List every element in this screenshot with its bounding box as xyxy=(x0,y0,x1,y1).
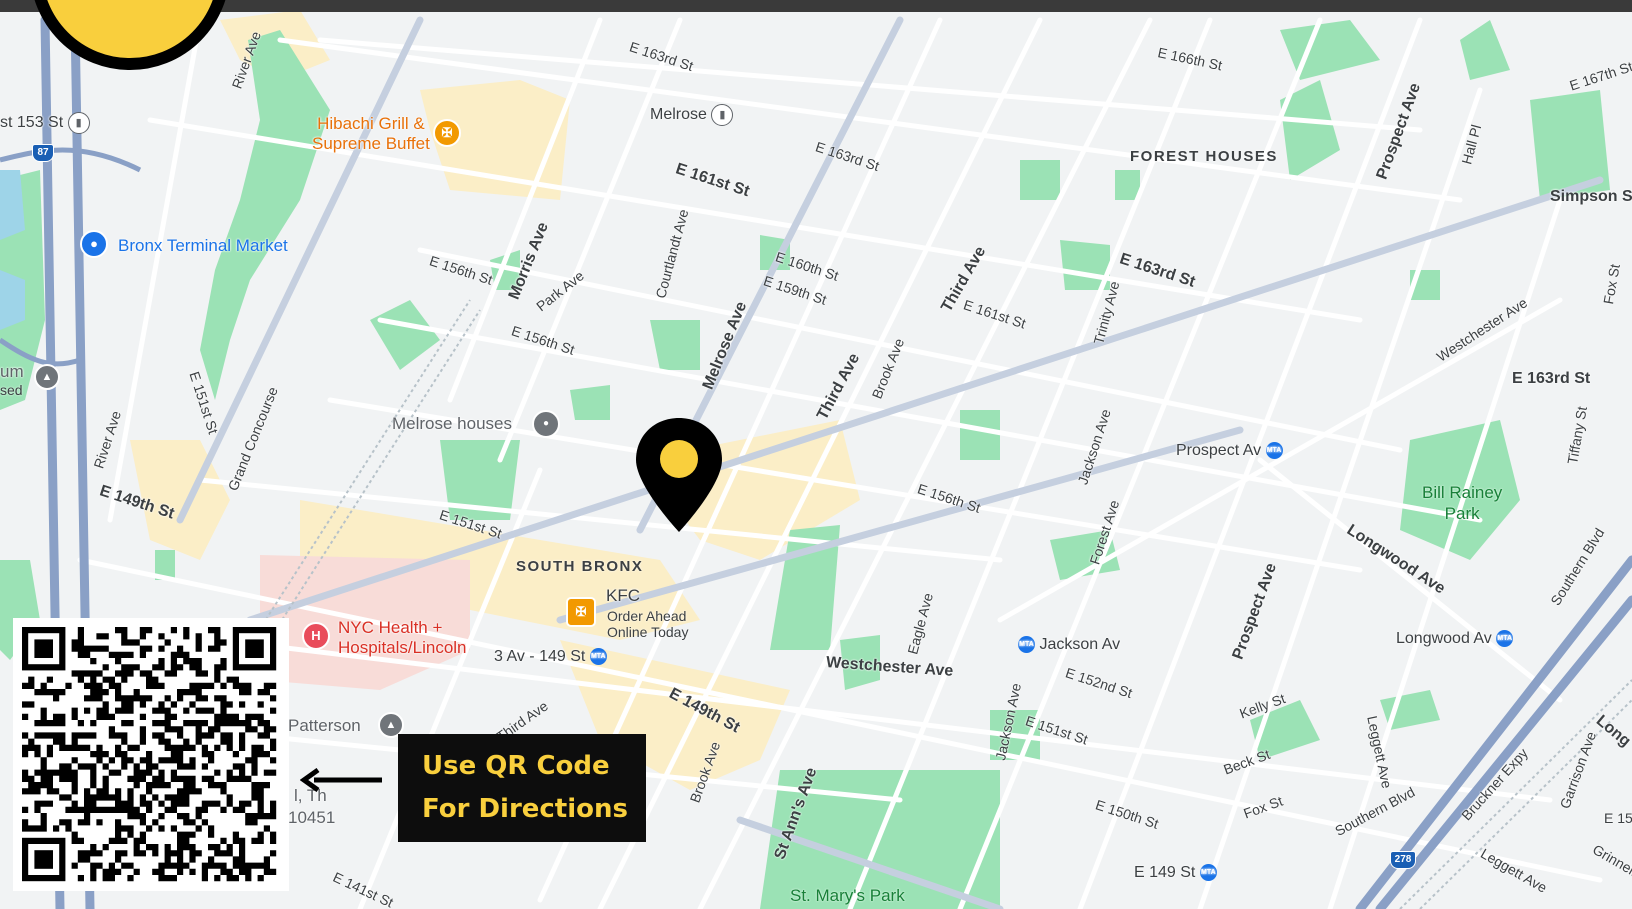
station-3-av-149-st[interactable]: 3 Av - 149 St MTA xyxy=(494,648,607,666)
poi-hibachi-line2: Supreme Buffet xyxy=(312,134,430,153)
museum-icon[interactable]: ▲ xyxy=(34,364,60,390)
station-melrose-label: Melrose xyxy=(650,106,707,124)
station-e-149-st-label: E 149 St xyxy=(1134,864,1196,881)
poi-nyc-health-line2: Hospitals/Lincoln xyxy=(338,638,467,657)
park-bill-rainey-line1: Bill Rainey xyxy=(1422,483,1503,502)
directions-callout: Use QR Code For Directions xyxy=(398,734,646,842)
poi-patterson[interactable]: Patterson xyxy=(288,716,361,736)
poi-partial-museum: um xyxy=(0,362,24,381)
station-3-av-149-st-label: 3 Av - 149 St xyxy=(494,648,586,665)
poi-partial-address-line2: 10451 xyxy=(288,808,336,827)
street-label: E 163rd St xyxy=(1512,370,1591,387)
station-jackson-av-label: Jackson Av xyxy=(1039,636,1121,653)
subway-icon: MTA xyxy=(1496,630,1514,648)
rail-station-icon: ▮ xyxy=(67,112,90,134)
poi-kfc-sub-line1: Order Ahead xyxy=(607,608,687,624)
station-melrose[interactable]: Melrose ▮ xyxy=(650,104,734,126)
arrow-left-icon xyxy=(300,768,382,792)
station-153-st-label: st 153 St xyxy=(0,114,64,132)
station-e-149-st[interactable]: E 149 St MTA xyxy=(1134,864,1217,882)
interstate-278-shield: 278 xyxy=(1390,851,1416,869)
callout-line-2: For Directions xyxy=(422,794,628,824)
map-view[interactable]: FOREST HOUSES SOUTH BRONX Hibachi Grill … xyxy=(0,0,1632,909)
neighborhood-south-bronx: SOUTH BRONX xyxy=(516,558,644,575)
subway-icon: MTA xyxy=(589,648,607,666)
station-prospect-av[interactable]: Prospect Av MTA xyxy=(1176,442,1283,460)
poi-hibachi-grill[interactable]: Hibachi Grill & Supreme Buffet xyxy=(312,114,430,154)
street-label: Simpson S xyxy=(1550,188,1632,205)
location-pin-icon[interactable] xyxy=(634,416,724,534)
poi-bronx-terminal-market[interactable]: Bronx Terminal Market xyxy=(118,236,288,256)
poi-hibachi-line1: Hibachi Grill & xyxy=(317,114,425,133)
park-bill-rainey-line2: Park xyxy=(1444,504,1480,523)
station-153-st[interactable]: st 153 St ▮ xyxy=(0,112,90,134)
subway-icon: MTA xyxy=(1199,864,1217,882)
poi-nyc-health-lincoln[interactable]: NYC Health + Hospitals/Lincoln xyxy=(338,618,467,658)
station-longwood-av-label: Longwood Av xyxy=(1396,630,1492,647)
poi-nyc-health-line1: NYC Health + xyxy=(338,618,443,637)
station-jackson-av[interactable]: MTA Jackson Av xyxy=(1018,636,1120,654)
interstate-87-shield: 87 xyxy=(32,144,54,162)
qr-code-panel xyxy=(13,618,289,891)
park-st-marys[interactable]: St. Mary's Park xyxy=(790,886,905,906)
hospital-icon[interactable]: H xyxy=(302,622,330,650)
park-bill-rainey[interactable]: Bill Rainey Park xyxy=(1422,482,1502,524)
callout-line-1: Use QR Code xyxy=(422,751,610,781)
qr-code-icon xyxy=(22,627,277,882)
poi-kfc-sub-line2: Online Today xyxy=(607,624,689,640)
poi-partial-museum-sub: sed xyxy=(0,382,23,398)
shopping-icon[interactable]: ● xyxy=(80,230,108,258)
subway-icon: MTA xyxy=(1265,442,1283,460)
station-longwood-av[interactable]: Longwood Av MTA xyxy=(1396,630,1514,648)
top-bar xyxy=(0,0,1632,12)
station-prospect-av-label: Prospect Av xyxy=(1176,442,1262,459)
neighborhood-forest-houses: FOREST HOUSES xyxy=(1130,148,1278,165)
rail-station-icon: ▮ xyxy=(711,104,734,126)
poi-melrose-houses[interactable]: Melrose houses xyxy=(392,414,512,434)
place-icon[interactable]: ● xyxy=(532,410,560,438)
poi-kfc-subtitle: Order Ahead Online Today xyxy=(607,608,688,640)
subway-icon: MTA xyxy=(1018,636,1035,654)
restaurant-icon[interactable]: ✠ xyxy=(566,597,596,627)
street-label: E 15 xyxy=(1604,810,1632,826)
poi-kfc[interactable]: KFC xyxy=(606,586,640,606)
restaurant-icon[interactable]: ✠ xyxy=(433,119,461,147)
